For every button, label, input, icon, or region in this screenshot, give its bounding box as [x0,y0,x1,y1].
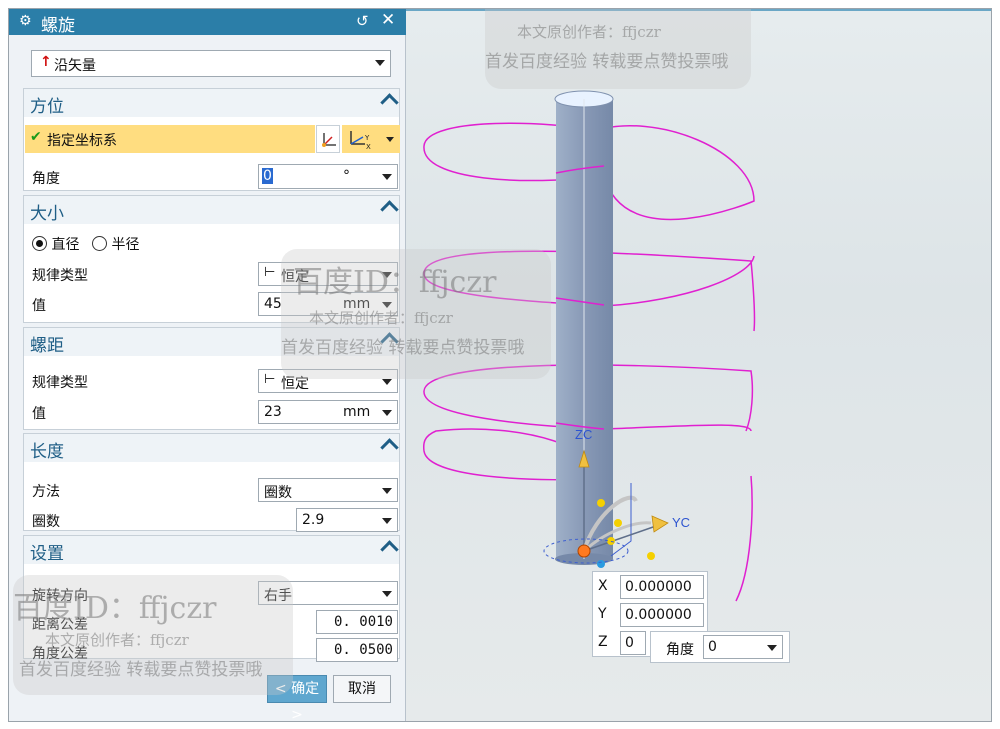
size-value-label: 值 [32,298,46,314]
size-law-type-dropdown[interactable]: ⊢ 恒定 [258,262,398,286]
angle-tolerance-input[interactable]: 0. 0500 [316,638,398,662]
chevron-down-icon [382,379,392,385]
radio-unselected-icon [92,236,107,251]
chevron-down-icon [767,645,777,651]
length-turns-label: 圈数 [32,514,60,530]
specify-csys-label: 指定坐标系 [47,133,117,149]
chevron-down-icon [382,174,392,180]
helix-dialog: ⚙ 螺旋 ↺ ✕ ↑ 沿矢量 方位 ✔ 指定坐标系 Y X 角度 0 ° 大小 … [9,9,406,721]
gear-icon: ⚙ [19,13,32,29]
radio-selected-icon [32,236,47,251]
dialog-titlebar[interactable]: ⚙ 螺旋 ↺ ✕ [9,9,406,36]
rotation-direction-dropdown[interactable]: 右手 [258,581,398,605]
pitch-law-type-dropdown[interactable]: ⊢ 恒定 [258,369,398,393]
svg-text:Y: Y [364,134,370,142]
law-constant-icon: ⊢ [264,372,276,387]
application-window: ZC YC X 0.000000 Y 0.000000 Z 0 角度 0 ⚙ 螺… [8,8,992,722]
angle-popup-dropdown[interactable]: 0 [703,635,783,659]
section-settings: 设置 旋转方向 右手 距离公差 0. 0010 角度公差 0. 0500 [23,535,400,662]
section-length: 长度 方法 圈数 圈数 2.9 [23,433,400,532]
chevron-down-icon [382,302,392,308]
coord-x-input[interactable]: 0.000000 [620,575,704,599]
coord-z-input[interactable]: 0 [620,631,646,655]
angle-value: 0 [262,168,273,184]
section-orientation-header[interactable]: 方位 [24,89,399,117]
chevron-down-icon [382,272,392,278]
angle-input[interactable]: 0 ° [258,164,398,189]
angle-input-panel: 角度 0 [650,631,790,663]
length-method-label: 方法 [32,484,60,500]
coord-row-y: Y 0.000000 [593,602,709,628]
pitch-law-type-label: 规律类型 [32,375,88,391]
section-orientation: 方位 ✔ 指定坐标系 YX 角度 0 ° [23,88,400,191]
section-pitch-header[interactable]: 螺距 [24,328,399,356]
angle-label: 角度 [32,171,60,187]
svg-text:X: X [366,143,371,150]
pitch-value-input[interactable]: 23 mm [258,400,398,424]
length-method-dropdown[interactable]: 圈数 [258,478,398,502]
size-law-type-label: 规律类型 [32,268,88,284]
distance-tolerance-input[interactable]: 0. 0010 [316,610,398,634]
coord-row-x: X 0.000000 [593,574,709,600]
vector-arrow-icon: ↑ [40,54,52,70]
law-constant-icon: ⊢ [264,265,276,280]
chevron-down-icon [382,488,392,494]
ok-button[interactable]: < 确定 > [267,675,327,721]
section-size: 大小 直径 半径 规律类型 ⊢ 恒定 值 45 mm [23,195,400,323]
chevron-down-icon [382,518,392,524]
graphics-viewport[interactable]: ZC YC X 0.000000 Y 0.000000 Z 0 角度 0 [406,9,991,721]
pitch-value-label: 值 [32,406,46,422]
csys-dialog-button[interactable] [316,125,340,153]
angle-popup-label: 角度 [666,642,694,658]
section-size-header[interactable]: 大小 [24,196,399,224]
section-length-title: 长度 [30,442,64,462]
rotation-direction-label: 旋转方向 [32,588,88,604]
direction-dropdown[interactable]: ↑ 沿矢量 [31,50,391,77]
cancel-button[interactable]: 取消 [333,675,391,703]
direction-value: 沿矢量 [54,58,96,74]
chevron-down-icon [375,60,385,66]
chevron-down-icon [382,410,392,416]
reset-icon[interactable]: ↺ [356,12,369,30]
csys-icon [322,133,336,147]
coord-y-label: Y [598,606,607,622]
close-icon[interactable]: ✕ [381,10,395,30]
checkmark-icon: ✔ [30,129,42,145]
size-value-input[interactable]: 45 mm [258,292,398,316]
dialog-title: 螺旋 [41,16,75,36]
radio-radius[interactable]: 半径 [92,234,139,254]
coord-x-label: X [598,578,608,594]
section-settings-header[interactable]: 设置 [24,536,399,564]
section-pitch-title: 螺距 [30,336,64,356]
section-size-title: 大小 [30,204,64,224]
coord-y-input[interactable]: 0.000000 [620,603,704,627]
chevron-down-icon [386,137,394,142]
csys-type-button[interactable]: YX [342,125,400,153]
zc-axis-label: ZC [575,427,592,442]
angle-tolerance-label: 角度公差 [32,646,88,662]
coord-z-label: Z [598,634,608,650]
distance-tolerance-label: 距离公差 [32,617,88,633]
radio-diameter[interactable]: 直径 [32,234,79,254]
section-orientation-title: 方位 [30,97,64,117]
section-pitch: 螺距 规律类型 ⊢ 恒定 值 23 mm [23,327,400,430]
specify-csys-row[interactable]: ✔ 指定坐标系 [25,125,315,153]
chevron-down-icon [382,591,392,597]
axis-triad-icon: YX [350,131,371,150]
yc-axis-label: YC [672,515,690,530]
section-settings-title: 设置 [30,544,64,564]
angle-unit: ° [343,168,350,184]
section-length-header[interactable]: 长度 [24,434,399,462]
length-turns-input[interactable]: 2.9 [296,508,398,532]
